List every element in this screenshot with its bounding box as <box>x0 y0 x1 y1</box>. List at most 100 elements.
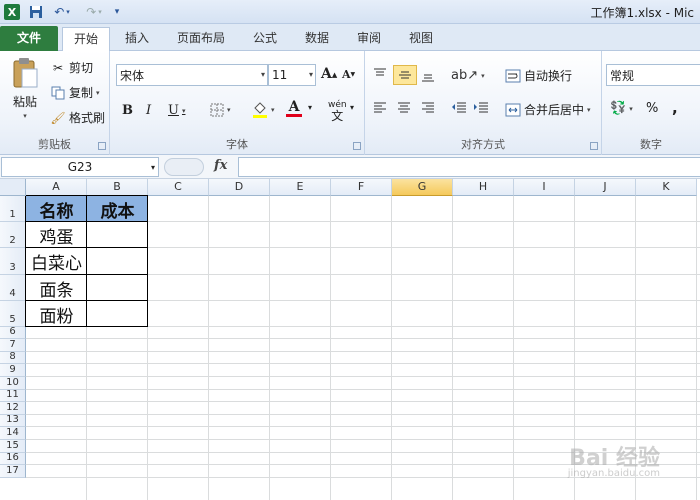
column-header-b[interactable]: B <box>87 179 148 196</box>
column-header-d[interactable]: D <box>209 179 270 196</box>
row-header-3[interactable]: 3 <box>0 248 26 275</box>
paste-dropdown-icon[interactable]: ▾ <box>23 112 27 120</box>
select-all-corner[interactable] <box>0 179 26 196</box>
row-header-13[interactable]: 13 <box>0 414 26 427</box>
accounting-format-button[interactable]: 💱 ▾ <box>610 101 633 116</box>
borders-button[interactable]: ▾ <box>210 103 231 117</box>
row-header-16[interactable]: 16 <box>0 452 26 465</box>
table-header-cell[interactable]: 名称 <box>26 196 87 222</box>
align-bottom-button[interactable] <box>421 70 435 82</box>
align-left-button[interactable] <box>373 101 387 113</box>
row-header-14[interactable]: 14 <box>0 427 26 440</box>
row-header-2[interactable]: 2 <box>0 222 26 248</box>
table-cell[interactable]: 面粉 <box>26 301 87 327</box>
row-header-6[interactable]: 6 <box>0 326 26 339</box>
scissors-icon: ✂ <box>52 60 64 75</box>
table-cell[interactable]: 白菜心 <box>26 248 87 275</box>
row-header-5[interactable]: 5 <box>0 301 26 327</box>
tab-data[interactable]: 数据 <box>294 27 340 51</box>
percent-style-button[interactable]: % <box>646 101 658 116</box>
tab-file[interactable]: 文件 <box>0 26 58 51</box>
shrink-font-button[interactable]: A ▼ <box>342 68 355 81</box>
font-color-button[interactable]: A <box>286 100 302 117</box>
grow-font-button[interactable]: A ▲ <box>321 66 337 82</box>
tab-page-layout[interactable]: 页面布局 <box>168 27 234 51</box>
phonetic-dropdown-icon[interactable]: ▾ <box>350 103 354 112</box>
orientation-button[interactable]: ab↗ ▾ <box>451 68 485 83</box>
column-header-i[interactable]: I <box>514 179 575 196</box>
row-header-9[interactable]: 9 <box>0 364 26 377</box>
row-header-8[interactable]: 8 <box>0 351 26 364</box>
tab-insert[interactable]: 插入 <box>114 27 160 51</box>
tab-formulas[interactable]: 公式 <box>242 27 288 51</box>
cut-button[interactable]: ✂ 剪切 <box>50 59 93 76</box>
orientation-dropdown-icon[interactable]: ▾ <box>481 72 485 80</box>
borders-dropdown-icon[interactable]: ▾ <box>227 106 231 114</box>
increase-indent-button[interactable] <box>473 101 489 113</box>
row-header-11[interactable]: 11 <box>0 389 26 402</box>
column-header-c[interactable]: C <box>148 179 209 196</box>
row-header-17[interactable]: 17 <box>0 465 26 478</box>
column-header-f[interactable]: F <box>331 179 392 196</box>
copy-button[interactable]: 复制 ▾ <box>50 84 100 101</box>
wrap-text-button[interactable]: 自动换行 <box>505 67 572 84</box>
italic-button[interactable]: I <box>146 103 151 118</box>
formula-bar: G23 ▾ fx <box>0 155 700 179</box>
alignment-launcher-icon[interactable] <box>590 142 598 150</box>
fill-color-dropdown-icon[interactable]: ▾ <box>271 106 275 114</box>
phonetic-button[interactable]: wén 文 <box>328 100 347 122</box>
undo-icon[interactable]: ↶ ▾ <box>49 3 75 21</box>
align-middle-button[interactable] <box>393 65 417 85</box>
table-cell[interactable] <box>87 275 148 301</box>
column-header-g[interactable]: G <box>392 179 453 196</box>
comma-style-button[interactable]: , <box>672 99 678 117</box>
column-header-e[interactable]: E <box>270 179 331 196</box>
format-painter-button[interactable]: 🖌 格式刷 <box>50 109 105 126</box>
font-color-dropdown-icon[interactable]: ▾ <box>308 103 312 112</box>
align-center-button[interactable] <box>397 101 411 113</box>
formula-resize-handle[interactable] <box>164 158 204 176</box>
number-format-combo[interactable]: 常规 <box>606 64 700 86</box>
row-header-1[interactable]: 1 <box>0 196 26 222</box>
table-cell[interactable] <box>87 301 148 327</box>
formula-input[interactable] <box>238 157 700 177</box>
column-header-j[interactable]: J <box>575 179 636 196</box>
decrease-indent-button[interactable] <box>451 101 467 113</box>
column-header-a[interactable]: A <box>26 179 87 196</box>
font-name-combo[interactable]: 宋体 ▾ <box>116 64 268 86</box>
tab-review[interactable]: 审阅 <box>346 27 392 51</box>
column-header-h[interactable]: H <box>453 179 514 196</box>
tab-home[interactable]: 开始 <box>62 27 110 51</box>
font-size-dropdown-icon[interactable]: ▾ <box>309 70 313 79</box>
column-header-k[interactable]: K <box>636 179 697 196</box>
redo-icon[interactable]: ↷ ▾ <box>81 3 107 21</box>
copy-dropdown-icon[interactable]: ▾ <box>96 89 100 97</box>
align-right-button[interactable] <box>421 101 435 113</box>
customize-quick-access-icon[interactable]: ▾ <box>110 3 124 21</box>
table-header-cell[interactable]: 成本 <box>87 196 148 222</box>
bold-button[interactable]: B <box>122 103 133 118</box>
table-cell[interactable] <box>87 222 148 248</box>
table-cell[interactable] <box>87 248 148 275</box>
accounting-format-dropdown-icon[interactable]: ▾ <box>629 105 633 113</box>
excel-logo-icon[interactable]: X <box>3 3 21 21</box>
insert-function-button[interactable]: fx <box>214 158 227 173</box>
name-box[interactable]: G23 ▾ <box>1 157 159 177</box>
table-cell[interactable]: 鸡蛋 <box>26 222 87 248</box>
fill-color-button[interactable]: ▾ <box>252 101 275 119</box>
underline-button[interactable]: U ▾ <box>168 103 185 118</box>
clipboard-launcher-icon[interactable] <box>98 142 106 150</box>
font-name-dropdown-icon[interactable]: ▾ <box>261 70 265 79</box>
font-launcher-icon[interactable] <box>353 142 361 150</box>
merge-center-button[interactable]: 合并后居中 ▾ <box>505 101 591 118</box>
underline-dropdown-icon[interactable]: ▾ <box>182 107 186 115</box>
name-box-dropdown-icon[interactable]: ▾ <box>151 159 155 177</box>
tab-view[interactable]: 视图 <box>398 27 444 51</box>
paste-button[interactable]: 粘贴 ▾ <box>8 57 42 120</box>
merge-center-dropdown-icon[interactable]: ▾ <box>587 106 591 114</box>
save-icon[interactable] <box>27 3 45 21</box>
row-header-4[interactable]: 4 <box>0 275 26 301</box>
align-top-button[interactable] <box>373 68 387 80</box>
table-cell[interactable]: 面条 <box>26 275 87 301</box>
font-size-combo[interactable]: 11 ▾ <box>268 64 316 86</box>
